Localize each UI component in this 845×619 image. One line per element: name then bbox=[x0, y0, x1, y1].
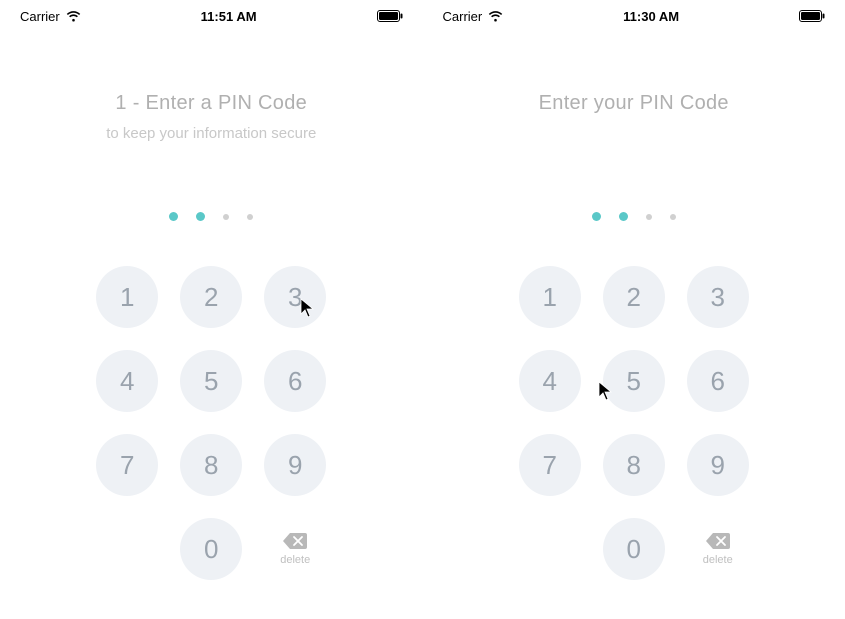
key-8[interactable]: 8 bbox=[603, 434, 665, 496]
carrier-label: Carrier bbox=[443, 9, 483, 24]
phone-screen-setup: Carrier 11:51 AM 1 - Enter a PIN Code to… bbox=[0, 0, 423, 619]
key-1[interactable]: 1 bbox=[519, 266, 581, 328]
key-6[interactable]: 6 bbox=[687, 350, 749, 412]
pin-title: Enter your PIN Code bbox=[539, 92, 729, 115]
pin-subtitle: to keep your information secure bbox=[106, 125, 316, 142]
battery-icon bbox=[377, 10, 403, 22]
keypad: 1 2 3 4 5 6 7 8 9 0 delete bbox=[519, 266, 749, 580]
status-time: 11:30 AM bbox=[623, 9, 679, 24]
pin-dot bbox=[223, 214, 229, 220]
pin-dot bbox=[646, 214, 652, 220]
key-7[interactable]: 7 bbox=[96, 434, 158, 496]
key-0[interactable]: 0 bbox=[180, 518, 242, 580]
phone-screen-unlock: Carrier 11:30 AM Enter your PIN Code 1 2… bbox=[423, 0, 845, 619]
delete-label: delete bbox=[280, 554, 310, 566]
delete-label: delete bbox=[703, 554, 733, 566]
key-5[interactable]: 5 bbox=[180, 350, 242, 412]
backspace-icon bbox=[705, 532, 731, 550]
keypad: 1 2 3 4 5 6 7 8 9 0 delete bbox=[96, 266, 326, 580]
pin-dot bbox=[196, 212, 205, 221]
pin-dots bbox=[592, 212, 676, 221]
key-6[interactable]: 6 bbox=[264, 350, 326, 412]
key-4[interactable]: 4 bbox=[519, 350, 581, 412]
key-9[interactable]: 9 bbox=[687, 434, 749, 496]
key-3[interactable]: 3 bbox=[687, 266, 749, 328]
key-2[interactable]: 2 bbox=[603, 266, 665, 328]
key-5[interactable]: 5 bbox=[603, 350, 665, 412]
pin-dot bbox=[592, 212, 601, 221]
key-0[interactable]: 0 bbox=[603, 518, 665, 580]
pin-dot bbox=[670, 214, 676, 220]
backspace-icon bbox=[282, 532, 308, 550]
status-bar: Carrier 11:30 AM bbox=[423, 0, 845, 32]
pin-dot bbox=[247, 214, 253, 220]
key-8[interactable]: 8 bbox=[180, 434, 242, 496]
delete-button[interactable]: delete bbox=[687, 518, 749, 580]
key-4[interactable]: 4 bbox=[96, 350, 158, 412]
pin-dots bbox=[169, 212, 253, 221]
key-9[interactable]: 9 bbox=[264, 434, 326, 496]
pin-dot bbox=[619, 212, 628, 221]
battery-icon bbox=[799, 10, 825, 22]
key-1[interactable]: 1 bbox=[96, 266, 158, 328]
status-bar: Carrier 11:51 AM bbox=[0, 0, 423, 32]
key-2[interactable]: 2 bbox=[180, 266, 242, 328]
wifi-icon bbox=[488, 11, 503, 22]
key-7[interactable]: 7 bbox=[519, 434, 581, 496]
status-time: 11:51 AM bbox=[201, 9, 257, 24]
pin-dot bbox=[169, 212, 178, 221]
pin-title: 1 - Enter a PIN Code bbox=[106, 92, 316, 115]
key-empty bbox=[519, 518, 581, 580]
carrier-label: Carrier bbox=[20, 9, 60, 24]
key-empty bbox=[96, 518, 158, 580]
delete-button[interactable]: delete bbox=[264, 518, 326, 580]
wifi-icon bbox=[66, 11, 81, 22]
key-3[interactable]: 3 bbox=[264, 266, 326, 328]
